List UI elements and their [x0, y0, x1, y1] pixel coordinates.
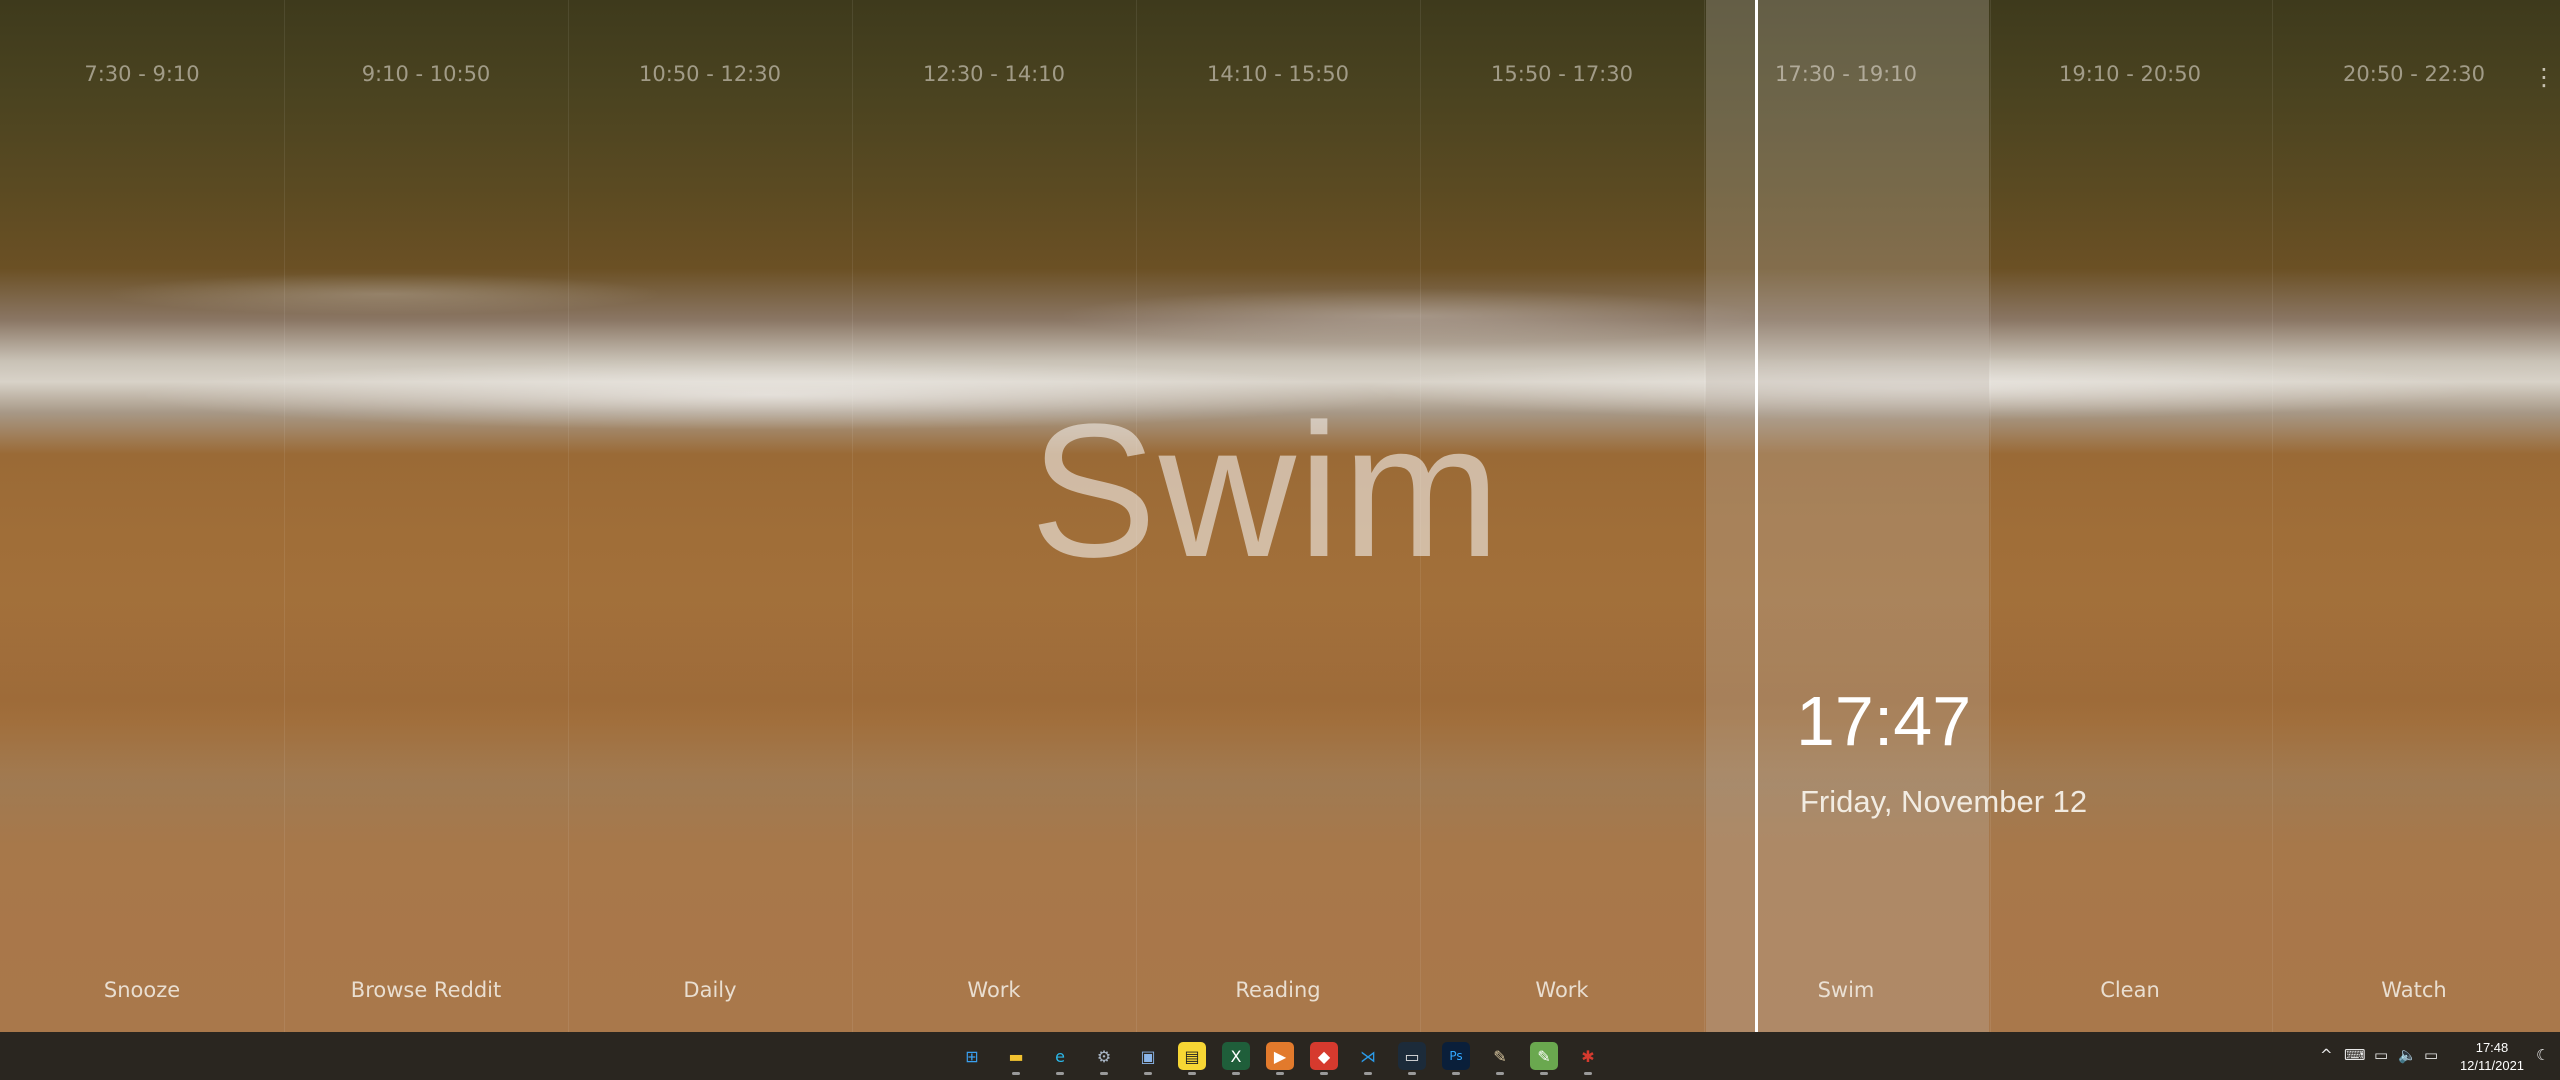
sticky-notes-icon[interactable]: ▤ — [1178, 1042, 1206, 1070]
clock-date: Friday, November 12 — [1800, 784, 2088, 819]
battery-icon[interactable]: ▭ — [2424, 1046, 2438, 1064]
photos-icon[interactable]: ▣ — [1134, 1042, 1162, 1070]
volume-icon[interactable]: 🔈 — [2398, 1046, 2417, 1064]
excel-like-icon[interactable]: X — [1222, 1042, 1250, 1070]
slot-time: 9:10 - 10:50 — [361, 62, 491, 86]
running-indicator — [1320, 1072, 1328, 1075]
slot-time: 17:30 - 19:10 — [1775, 62, 1917, 86]
slot-label[interactable]: Swim — [1704, 978, 1988, 1002]
wave-foam — [0, 250, 2560, 360]
slot-time: 19:10 - 20:50 — [2059, 62, 2201, 86]
slot-label[interactable]: Work — [852, 978, 1136, 1002]
slot-time: 15:50 - 17:30 — [1491, 62, 1633, 86]
slot-label[interactable]: Snooze — [0, 978, 284, 1002]
column-divider — [852, 0, 853, 1032]
current-slot-highlight — [1706, 0, 1989, 1032]
running-indicator — [1540, 1072, 1548, 1075]
start-icon[interactable]: ⊞ — [958, 1042, 986, 1070]
tray-chevron-icon[interactable]: ^ — [2320, 1046, 2333, 1064]
photoshop-icon[interactable]: Ps — [1442, 1042, 1470, 1070]
current-activity-title: Swim — [1030, 385, 1503, 597]
tray-date[interactable]: 12/11/2021 — [2452, 1058, 2532, 1073]
vscode-icon[interactable]: ⋊ — [1354, 1042, 1382, 1070]
slot-label[interactable]: Clean — [1988, 978, 2272, 1002]
settings-icon[interactable]: ⚙ — [1090, 1042, 1118, 1070]
running-indicator — [1496, 1072, 1504, 1075]
slot-label[interactable]: Browse Reddit — [284, 978, 568, 1002]
column-divider — [284, 0, 285, 1032]
slot-label[interactable]: Work — [1420, 978, 1704, 1002]
slot-time: 10:50 - 12:30 — [639, 62, 781, 86]
slot-time: 12:30 - 14:10 — [923, 62, 1065, 86]
notepad-icon[interactable]: ✎ — [1530, 1042, 1558, 1070]
clock-time: 17:47 — [1796, 682, 1972, 760]
app-red-icon[interactable]: ◆ — [1310, 1042, 1338, 1070]
paint-brush-icon[interactable]: ✎ — [1486, 1042, 1514, 1070]
column-divider — [2272, 0, 2273, 1032]
running-indicator — [1012, 1072, 1020, 1075]
running-indicator — [1452, 1072, 1460, 1075]
running-indicator — [1276, 1072, 1284, 1075]
bug-app-icon[interactable]: ✱ — [1574, 1042, 1602, 1070]
column-divider — [1990, 0, 1991, 1032]
current-time-indicator — [1755, 0, 1758, 1032]
edge-icon[interactable]: e — [1046, 1042, 1074, 1070]
tray-time[interactable]: 17:48 — [2458, 1040, 2526, 1055]
running-indicator — [1232, 1072, 1240, 1075]
running-indicator — [1408, 1072, 1416, 1075]
slot-time: 20:50 - 22:30 — [2343, 62, 2485, 86]
slot-time: 14:10 - 15:50 — [1207, 62, 1349, 86]
wet-sand — [0, 600, 2560, 800]
slot-label[interactable]: Watch — [2272, 978, 2556, 1002]
running-indicator — [1100, 1072, 1108, 1075]
running-indicator — [1364, 1072, 1372, 1075]
terminal-icon[interactable]: ▭ — [1398, 1042, 1426, 1070]
file-explorer-icon[interactable]: ▬ — [1002, 1042, 1030, 1070]
running-indicator — [1144, 1072, 1152, 1075]
running-indicator — [1584, 1072, 1592, 1075]
notification-icon[interactable]: ☾ — [2536, 1046, 2549, 1064]
running-indicator — [1188, 1072, 1196, 1075]
slot-label[interactable]: Daily — [568, 978, 852, 1002]
column-divider — [568, 0, 569, 1032]
more-options-icon[interactable]: ⋮ — [2532, 62, 2556, 92]
media-player-icon[interactable]: ▶ — [1266, 1042, 1294, 1070]
keyboard-icon[interactable]: ⌨ — [2344, 1046, 2366, 1064]
running-indicator — [1056, 1072, 1064, 1075]
desktop-wallpaper: 7:30 - 9:10 9:10 - 10:50 10:50 - 12:30 1… — [0, 0, 2560, 1032]
column-divider — [1704, 0, 1705, 1032]
slot-time: 7:30 - 9:10 — [84, 62, 200, 86]
slot-label[interactable]: Reading — [1136, 978, 1420, 1002]
network-icon[interactable]: ▭ — [2374, 1046, 2388, 1064]
